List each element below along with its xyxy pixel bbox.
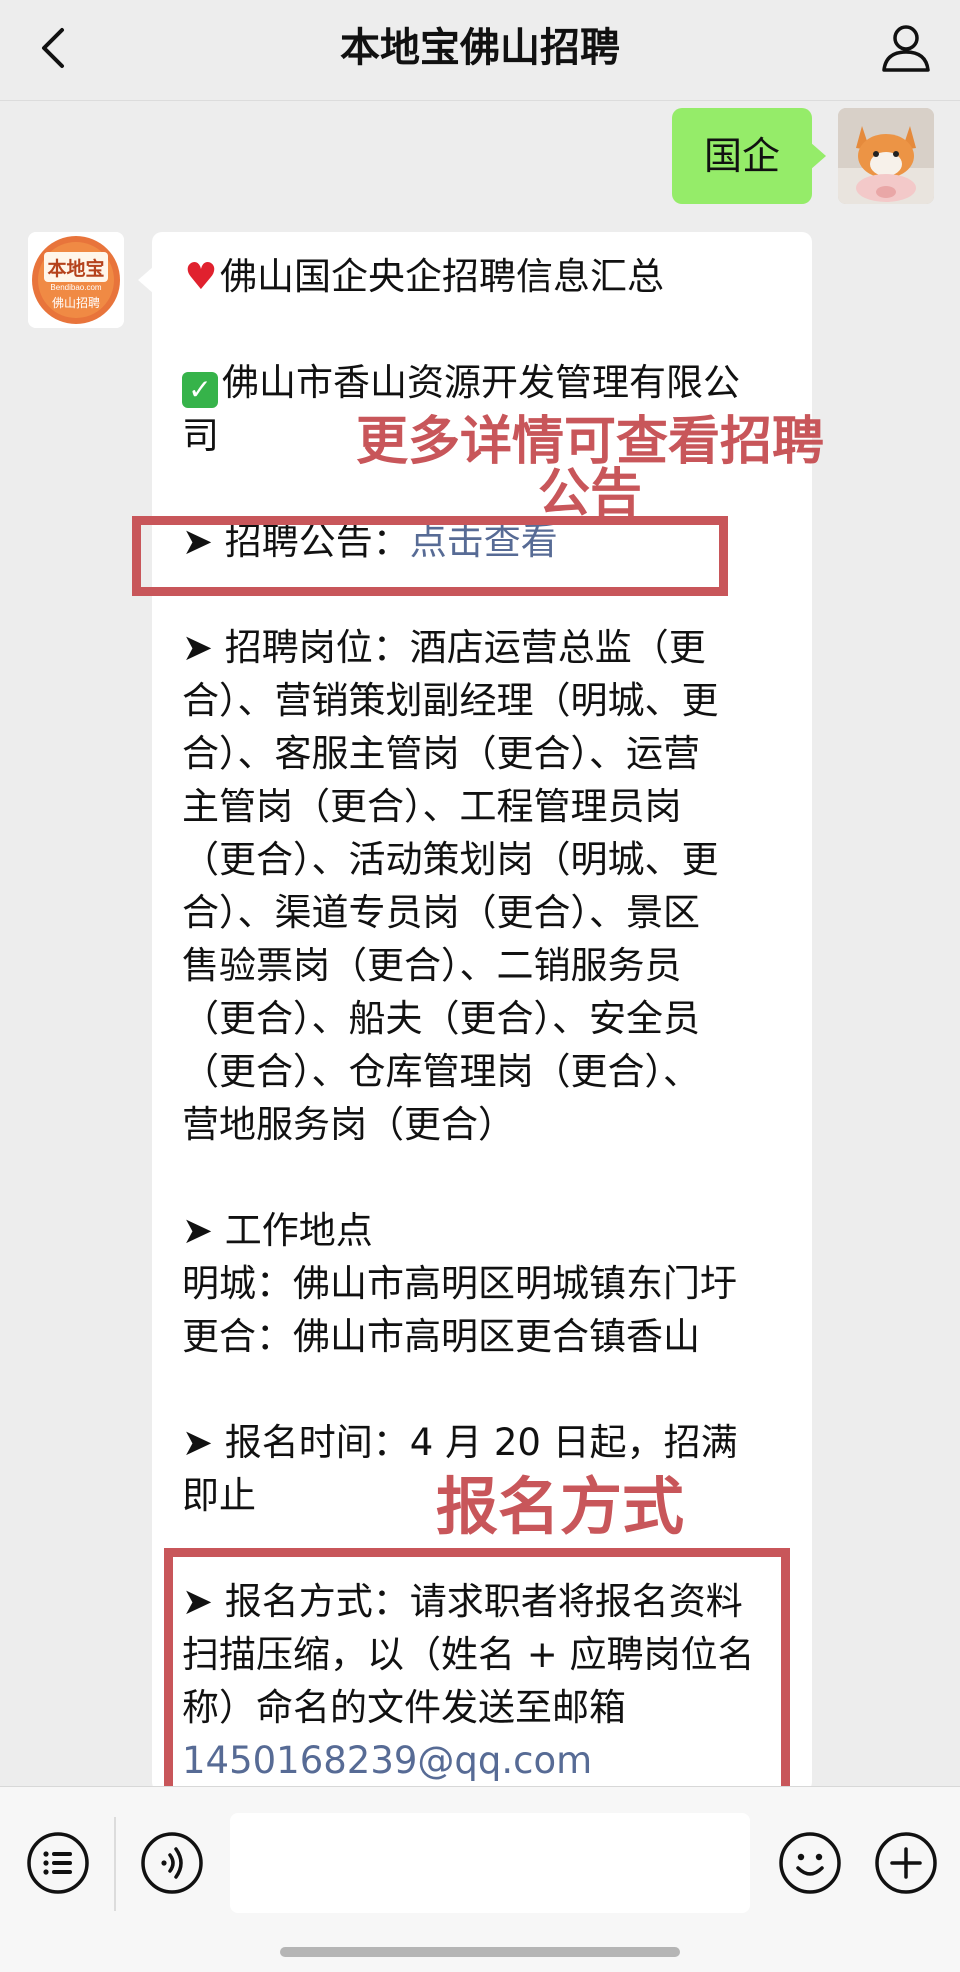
company-line: ✓ 佛山市香山资源开发管理有限公 bbox=[182, 356, 782, 409]
headline-line: ♥佛山国企央企招聘信息汇总 bbox=[182, 250, 782, 303]
positions-line: （更合）、船夫（更合）、安全员 bbox=[182, 997, 700, 1040]
plus-icon[interactable] bbox=[874, 1831, 938, 1895]
positions-line: ➤ 招聘岗位：酒店运营总监（更 bbox=[182, 626, 706, 669]
annotation-notice-note-1: 更多详情可查看招聘 bbox=[355, 412, 824, 472]
positions-line: 营地服务岗（更合） bbox=[182, 1103, 515, 1146]
logo-text: 本地宝 bbox=[47, 257, 104, 280]
nav-bar: 本地宝佛山招聘 bbox=[0, 0, 960, 101]
my-message-bubble[interactable]: 国企 bbox=[672, 108, 826, 204]
home-indicator bbox=[280, 1947, 680, 1957]
bot-avatar[interactable]: 本地宝 Bendibao.com 佛山招聘 bbox=[28, 232, 124, 328]
logo-sub: Bendibao.com bbox=[50, 283, 101, 292]
menu-list-icon[interactable] bbox=[26, 1831, 90, 1895]
emoji-icon[interactable] bbox=[778, 1831, 842, 1895]
message-input[interactable] bbox=[230, 1813, 750, 1913]
location-line: 明城：佛山市高明区明城镇东门圩 bbox=[182, 1262, 737, 1305]
heart-icon: ♥ bbox=[184, 255, 218, 298]
my-avatar[interactable] bbox=[838, 108, 934, 204]
annotation-method-box bbox=[164, 1548, 790, 1808]
annotation-method-note: 报名方式 bbox=[435, 1470, 684, 1543]
positions-line: （更合）、仓库管理岗（更合）、 bbox=[182, 1050, 700, 1093]
positions-line: 合）、客服主管岗（更合）、运营 bbox=[182, 732, 700, 775]
input-bar bbox=[0, 1786, 960, 1972]
chat-title: 本地宝佛山招聘 bbox=[340, 25, 620, 71]
location-title: ➤ 工作地点 bbox=[182, 1209, 373, 1252]
voice-icon[interactable] bbox=[140, 1831, 204, 1895]
logo-tag: 佛山招聘 bbox=[52, 296, 100, 310]
headline: 佛山国企央企招聘信息汇总 bbox=[220, 255, 664, 298]
location-line: 更合：佛山市高明区更合镇香山 bbox=[182, 1315, 700, 1358]
toolbar-divider bbox=[114, 1817, 116, 1911]
annotation-notice-box bbox=[132, 516, 728, 596]
plush-toy-avatar-icon bbox=[838, 108, 934, 204]
profile-icon[interactable] bbox=[878, 20, 934, 76]
company-name-1: 佛山市香山资源开发管理有限公 bbox=[222, 361, 740, 404]
annotation-notice-note-2: 公告 bbox=[537, 464, 642, 524]
positions-line: 主管岗（更合）、工程管理员岗 bbox=[182, 785, 682, 828]
positions-line: （更合）、活动策划岗（明城、更 bbox=[182, 838, 719, 881]
positions-line: 售验票岗（更合）、二销服务员 bbox=[182, 944, 682, 987]
bendibao-logo-icon: 本地宝 Bendibao.com 佛山招聘 bbox=[28, 232, 124, 328]
positions-line: 合）、营销策划副经理（明城、更 bbox=[182, 679, 719, 722]
positions-line: 合）、渠道专员岗（更合）、景区 bbox=[182, 891, 700, 934]
time-line: ➤ 报名时间：4 月 20 日起，招满 bbox=[182, 1421, 738, 1464]
checkmark-icon: ✓ bbox=[182, 372, 218, 408]
